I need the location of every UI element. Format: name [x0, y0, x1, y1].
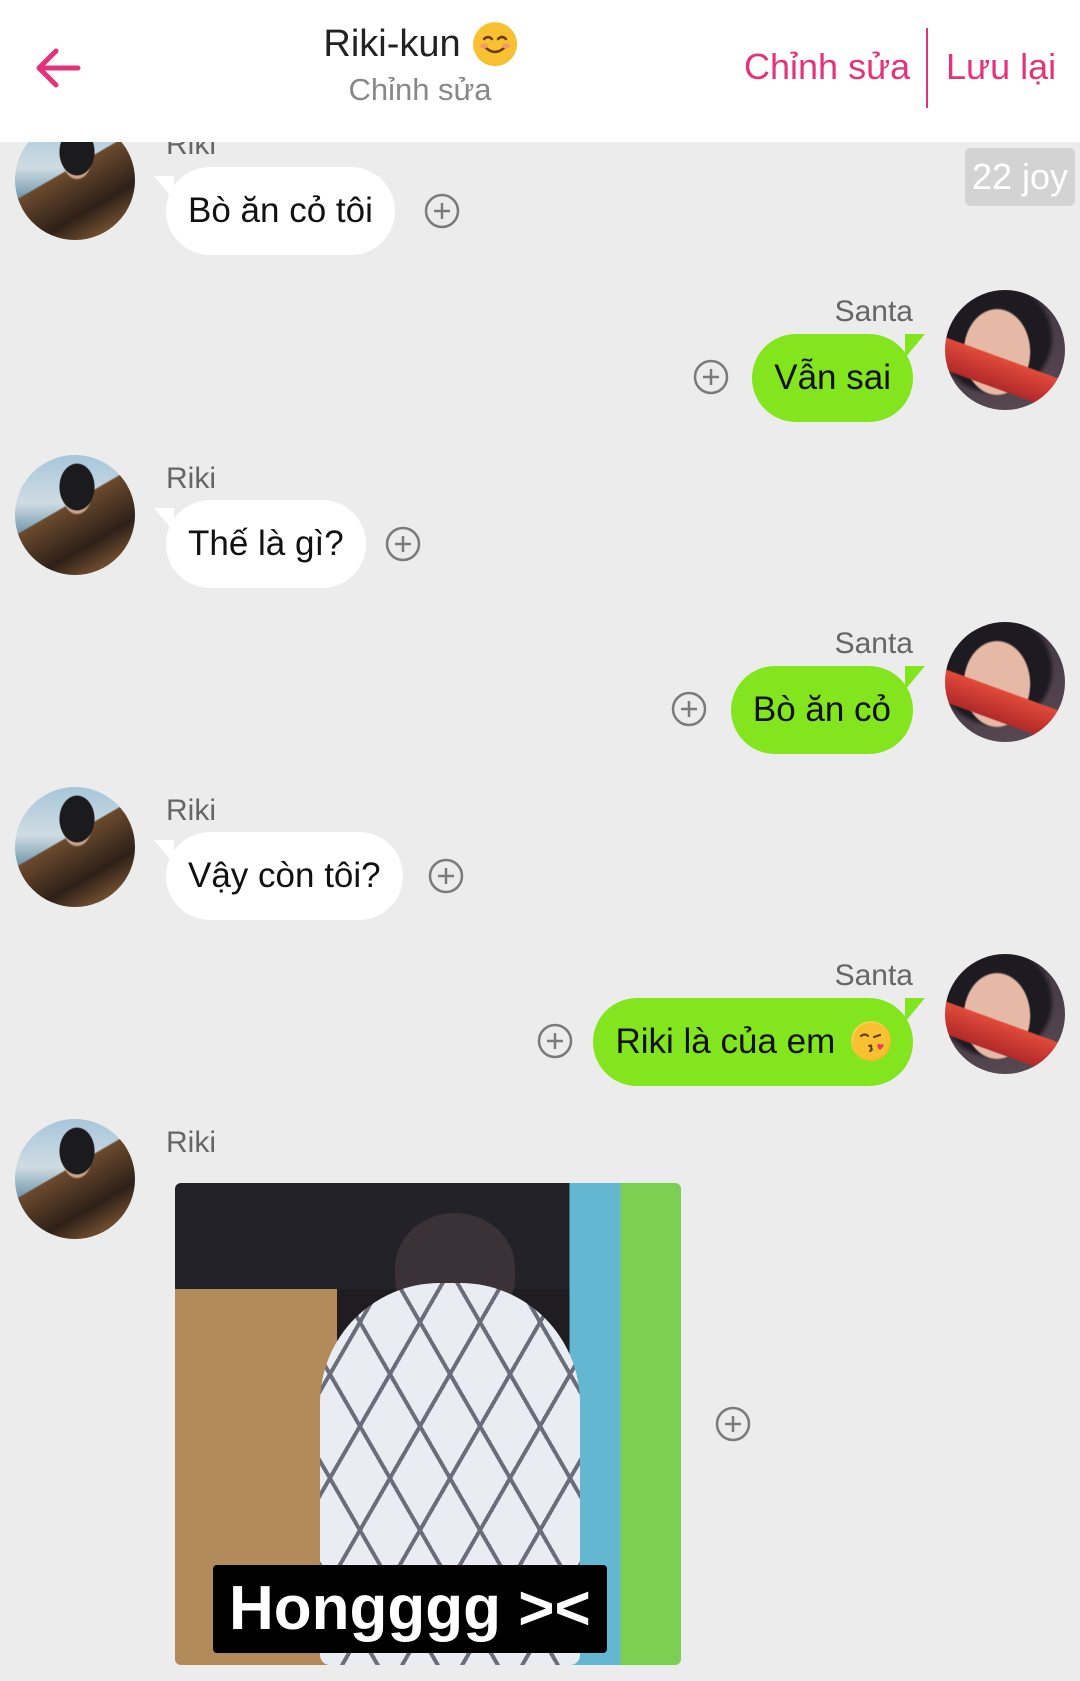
add-reaction-icon[interactable] — [714, 1405, 752, 1443]
sender-name: Riki — [166, 794, 216, 827]
edit-button[interactable]: Chỉnh sửa — [744, 46, 910, 88]
chat-header: Riki-kun Chỉnh sửa Chỉnh sửa Lưu lại — [0, 0, 1080, 142]
avatar-riki[interactable] — [15, 787, 135, 907]
message-bubble[interactable]: Vậy còn tôi? — [166, 832, 403, 920]
bubble-tail — [905, 334, 925, 358]
add-reaction-icon[interactable] — [536, 1022, 574, 1060]
smiling-face-emoji-icon — [472, 22, 517, 66]
sender-name: Santa — [834, 295, 913, 328]
add-reaction-icon[interactable] — [423, 192, 461, 230]
message-bubble[interactable]: Riki là của em — [593, 998, 913, 1086]
message-bubble[interactable]: Vẫn sai — [752, 334, 913, 422]
add-reaction-icon[interactable] — [427, 857, 465, 895]
date-badge: 22 joy — [965, 148, 1075, 206]
message-bubble[interactable]: Thế là gì? — [166, 500, 366, 588]
image-message[interactable]: Hongggg >< — [175, 1183, 681, 1665]
image-caption: Hongggg >< — [213, 1565, 607, 1653]
avatar-santa[interactable] — [945, 290, 1065, 410]
chat-subtitle: Chỉnh sửa — [348, 72, 492, 107]
sender-name: Santa — [834, 627, 913, 660]
sender-name: Santa — [834, 959, 913, 992]
avatar-santa[interactable] — [945, 622, 1065, 742]
sender-name: Riki — [166, 462, 216, 495]
message-text: Riki là của em — [615, 1022, 836, 1061]
avatar-riki[interactable] — [15, 1119, 135, 1239]
chat-title-block: Riki-kun Chỉnh sửa — [240, 22, 600, 108]
add-reaction-icon[interactable] — [670, 690, 708, 728]
avatar-riki[interactable] — [15, 455, 135, 575]
sender-name: Riki — [166, 1126, 216, 1159]
chat-title: Riki-kun — [323, 22, 461, 65]
avatar-santa[interactable] — [945, 954, 1065, 1074]
message-bubble[interactable]: Bò ăn cỏ tôi — [166, 167, 395, 255]
kissing-face-emoji-icon — [851, 1021, 891, 1061]
chat-thread: 22 joy Riki Bò ăn cỏ tôi Santa Vẫn sai R… — [0, 0, 1080, 1681]
bubble-tail — [905, 666, 925, 690]
bubble-tail — [905, 998, 925, 1022]
add-reaction-icon[interactable] — [692, 358, 730, 396]
save-button[interactable]: Lưu lại — [946, 46, 1056, 88]
message-bubble[interactable]: Bò ăn cỏ — [730, 666, 913, 754]
back-arrow-icon[interactable] — [30, 40, 86, 96]
header-divider — [926, 28, 928, 108]
add-reaction-icon[interactable] — [384, 525, 422, 563]
